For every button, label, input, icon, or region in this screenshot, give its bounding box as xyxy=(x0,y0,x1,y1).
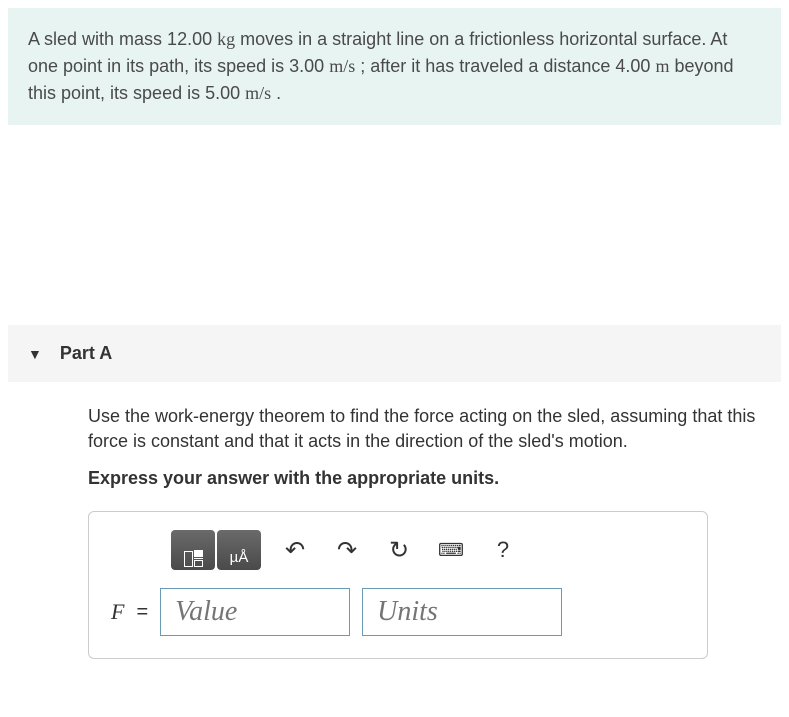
special-char-icon: µÅ xyxy=(230,549,249,567)
unit-ms-1: m/s xyxy=(329,56,355,76)
toolbar: µÅ ↶ ↷ ↻ ⌨ ? xyxy=(171,530,685,570)
keyboard-button[interactable]: ⌨ xyxy=(433,534,469,566)
value-input[interactable] xyxy=(160,588,350,636)
unit-ms-2: m/s xyxy=(245,83,271,103)
redo-button[interactable]: ↷ xyxy=(329,534,365,566)
problem-statement: A sled with mass 12.00 kg moves in a str… xyxy=(8,8,781,125)
template-button-group: µÅ xyxy=(171,530,261,570)
fraction-template-button[interactable] xyxy=(171,530,215,570)
problem-text-1: A sled with mass 12.00 xyxy=(28,29,212,49)
equals-sign: = xyxy=(136,601,148,624)
problem-text-5: . xyxy=(276,83,281,103)
keyboard-icon: ⌨ xyxy=(438,540,464,561)
part-header[interactable]: ▼ Part A xyxy=(8,325,781,382)
reset-icon: ↻ xyxy=(389,536,409,565)
help-icon: ? xyxy=(497,537,509,563)
problem-text-3: ; after it has traveled a distance 4.00 xyxy=(360,56,650,76)
part-body: Use the work-energy theorem to find the … xyxy=(0,382,789,679)
question-text: Use the work-energy theorem to find the … xyxy=(88,404,769,454)
part-label: Part A xyxy=(60,343,112,364)
redo-icon: ↷ xyxy=(337,536,357,565)
variable-label: F xyxy=(111,599,124,625)
undo-button[interactable]: ↶ xyxy=(277,534,313,566)
instruction-text: Express your answer with the appropriate… xyxy=(88,468,769,489)
fraction-template-icon xyxy=(184,550,203,567)
undo-icon: ↶ xyxy=(285,536,305,565)
reset-button[interactable]: ↻ xyxy=(381,534,417,566)
answer-row: F = xyxy=(111,588,685,636)
answer-box: µÅ ↶ ↷ ↻ ⌨ ? F = xyxy=(88,511,708,659)
units-input[interactable] xyxy=(362,588,562,636)
unit-m: m xyxy=(655,56,669,76)
special-char-button[interactable]: µÅ xyxy=(217,530,261,570)
unit-kg: kg xyxy=(217,29,235,49)
caret-down-icon: ▼ xyxy=(28,346,42,362)
help-button[interactable]: ? xyxy=(485,534,521,566)
